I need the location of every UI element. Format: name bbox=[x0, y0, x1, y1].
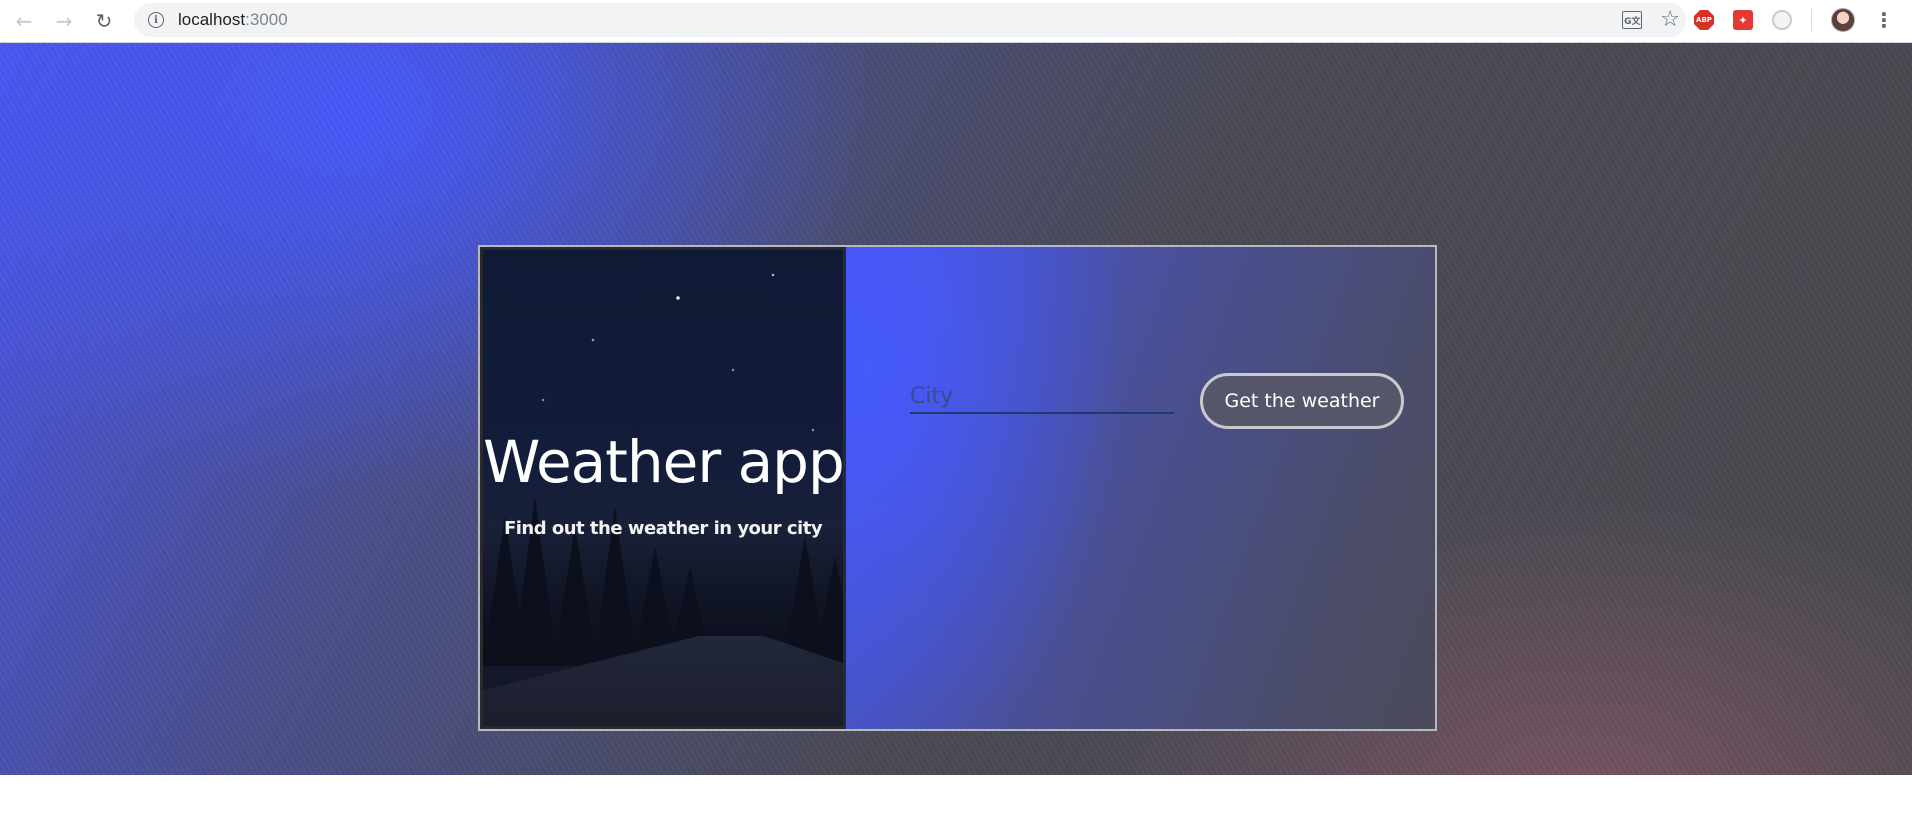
profile-avatar[interactable] bbox=[1831, 8, 1855, 32]
url-host: localhost bbox=[178, 10, 246, 29]
extension-red-icon[interactable]: ✦ bbox=[1733, 10, 1753, 30]
info-icon[interactable]: i bbox=[148, 12, 164, 28]
browser-toolbar: ← → ↻ i localhost:3000 G文 ☆ ABP ✦ ⋮ bbox=[0, 0, 1912, 43]
form-panel: Get the weather bbox=[846, 247, 1435, 729]
page-background: Weather app Find out the weather in your… bbox=[0, 43, 1912, 775]
url-port: :3000 bbox=[245, 10, 288, 29]
page-subtitle: Find out the weather in your city bbox=[503, 518, 823, 539]
address-bar[interactable]: i localhost:3000 G文 ☆ bbox=[134, 3, 1686, 37]
browser-menu-icon[interactable]: ⋮ bbox=[1874, 8, 1894, 32]
city-input[interactable] bbox=[910, 380, 1174, 414]
toolbar-divider bbox=[1811, 9, 1812, 31]
get-weather-button[interactable]: Get the weather bbox=[1200, 373, 1404, 429]
forest-image bbox=[483, 466, 843, 666]
translate-icon[interactable]: G文 bbox=[1622, 11, 1643, 29]
adblock-icon[interactable]: ABP bbox=[1694, 10, 1714, 30]
forward-icon[interactable]: → bbox=[44, 1, 84, 41]
hero-panel: Weather app Find out the weather in your… bbox=[480, 247, 846, 729]
weather-card: Weather app Find out the weather in your… bbox=[478, 245, 1437, 731]
bookmark-star-icon[interactable]: ☆ bbox=[1660, 9, 1680, 31]
extension-gray-icon[interactable] bbox=[1772, 10, 1792, 30]
url-text[interactable]: localhost:3000 bbox=[178, 10, 288, 30]
page-title: Weather app bbox=[483, 428, 844, 496]
reload-icon[interactable]: ↻ bbox=[84, 1, 124, 41]
back-icon[interactable]: ← bbox=[4, 1, 44, 41]
